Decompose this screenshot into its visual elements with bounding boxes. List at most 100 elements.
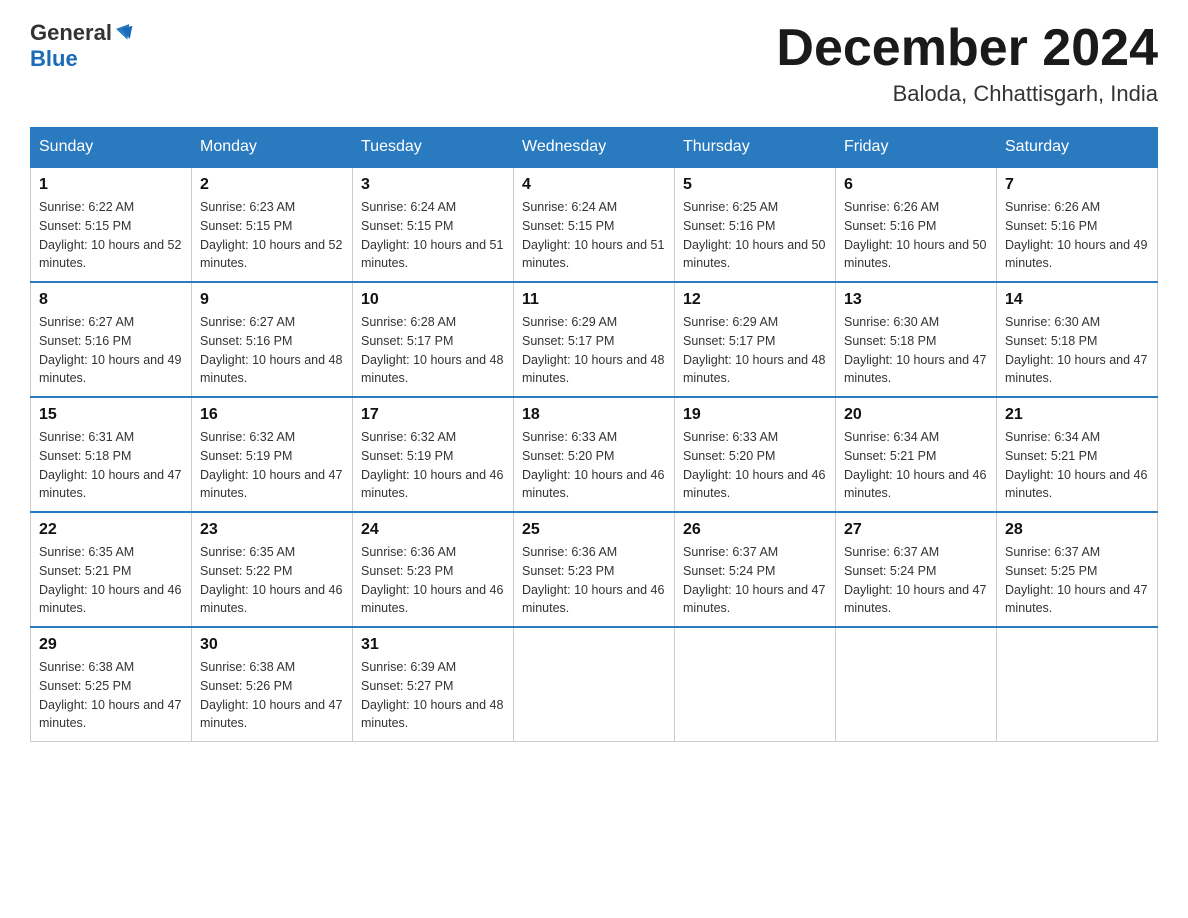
day-info: Sunrise: 6:33 AM Sunset: 5:20 PM Dayligh… bbox=[522, 428, 666, 503]
title-area: December 2024 Baloda, Chhattisgarh, Indi… bbox=[776, 20, 1158, 107]
day-info: Sunrise: 6:37 AM Sunset: 5:25 PM Dayligh… bbox=[1005, 543, 1149, 618]
day-number: 20 bbox=[844, 406, 988, 424]
day-number: 14 bbox=[1005, 291, 1149, 309]
page-header: General Blue December 2024 Baloda, Chhat… bbox=[30, 20, 1158, 107]
day-info: Sunrise: 6:27 AM Sunset: 5:16 PM Dayligh… bbox=[200, 313, 344, 388]
day-info: Sunrise: 6:35 AM Sunset: 5:22 PM Dayligh… bbox=[200, 543, 344, 618]
table-row: 15 Sunrise: 6:31 AM Sunset: 5:18 PM Dayl… bbox=[31, 397, 192, 512]
day-number: 23 bbox=[200, 521, 344, 539]
table-row: 19 Sunrise: 6:33 AM Sunset: 5:20 PM Dayl… bbox=[675, 397, 836, 512]
table-row: 4 Sunrise: 6:24 AM Sunset: 5:15 PM Dayli… bbox=[514, 167, 675, 282]
col-friday: Friday bbox=[836, 128, 997, 168]
table-row: 12 Sunrise: 6:29 AM Sunset: 5:17 PM Dayl… bbox=[675, 282, 836, 397]
table-row: 13 Sunrise: 6:30 AM Sunset: 5:18 PM Dayl… bbox=[836, 282, 997, 397]
day-number: 21 bbox=[1005, 406, 1149, 424]
day-number: 24 bbox=[361, 521, 505, 539]
table-row: 6 Sunrise: 6:26 AM Sunset: 5:16 PM Dayli… bbox=[836, 167, 997, 282]
table-row: 22 Sunrise: 6:35 AM Sunset: 5:21 PM Dayl… bbox=[31, 512, 192, 627]
day-number: 15 bbox=[39, 406, 183, 424]
location-subtitle: Baloda, Chhattisgarh, India bbox=[776, 81, 1158, 107]
col-saturday: Saturday bbox=[997, 128, 1158, 168]
table-row: 28 Sunrise: 6:37 AM Sunset: 5:25 PM Dayl… bbox=[997, 512, 1158, 627]
day-info: Sunrise: 6:26 AM Sunset: 5:16 PM Dayligh… bbox=[1005, 198, 1149, 273]
calendar-week-row: 29 Sunrise: 6:38 AM Sunset: 5:25 PM Dayl… bbox=[31, 627, 1158, 742]
day-number: 22 bbox=[39, 521, 183, 539]
table-row bbox=[675, 627, 836, 742]
day-number: 29 bbox=[39, 636, 183, 654]
day-info: Sunrise: 6:32 AM Sunset: 5:19 PM Dayligh… bbox=[200, 428, 344, 503]
day-info: Sunrise: 6:23 AM Sunset: 5:15 PM Dayligh… bbox=[200, 198, 344, 273]
day-info: Sunrise: 6:36 AM Sunset: 5:23 PM Dayligh… bbox=[361, 543, 505, 618]
table-row: 21 Sunrise: 6:34 AM Sunset: 5:21 PM Dayl… bbox=[997, 397, 1158, 512]
day-info: Sunrise: 6:28 AM Sunset: 5:17 PM Dayligh… bbox=[361, 313, 505, 388]
day-number: 1 bbox=[39, 176, 183, 194]
day-info: Sunrise: 6:34 AM Sunset: 5:21 PM Dayligh… bbox=[1005, 428, 1149, 503]
day-number: 8 bbox=[39, 291, 183, 309]
table-row: 7 Sunrise: 6:26 AM Sunset: 5:16 PM Dayli… bbox=[997, 167, 1158, 282]
day-info: Sunrise: 6:38 AM Sunset: 5:25 PM Dayligh… bbox=[39, 658, 183, 733]
table-row: 14 Sunrise: 6:30 AM Sunset: 5:18 PM Dayl… bbox=[997, 282, 1158, 397]
day-info: Sunrise: 6:24 AM Sunset: 5:15 PM Dayligh… bbox=[522, 198, 666, 273]
day-info: Sunrise: 6:36 AM Sunset: 5:23 PM Dayligh… bbox=[522, 543, 666, 618]
table-row: 20 Sunrise: 6:34 AM Sunset: 5:21 PM Dayl… bbox=[836, 397, 997, 512]
table-row: 11 Sunrise: 6:29 AM Sunset: 5:17 PM Dayl… bbox=[514, 282, 675, 397]
day-number: 6 bbox=[844, 176, 988, 194]
calendar-table: Sunday Monday Tuesday Wednesday Thursday… bbox=[30, 127, 1158, 742]
calendar-week-row: 1 Sunrise: 6:22 AM Sunset: 5:15 PM Dayli… bbox=[31, 167, 1158, 282]
col-thursday: Thursday bbox=[675, 128, 836, 168]
table-row bbox=[514, 627, 675, 742]
day-number: 2 bbox=[200, 176, 344, 194]
day-number: 27 bbox=[844, 521, 988, 539]
day-info: Sunrise: 6:24 AM Sunset: 5:15 PM Dayligh… bbox=[361, 198, 505, 273]
table-row: 18 Sunrise: 6:33 AM Sunset: 5:20 PM Dayl… bbox=[514, 397, 675, 512]
day-number: 28 bbox=[1005, 521, 1149, 539]
day-info: Sunrise: 6:27 AM Sunset: 5:16 PM Dayligh… bbox=[39, 313, 183, 388]
day-number: 3 bbox=[361, 176, 505, 194]
day-number: 10 bbox=[361, 291, 505, 309]
table-row bbox=[997, 627, 1158, 742]
day-number: 7 bbox=[1005, 176, 1149, 194]
day-info: Sunrise: 6:30 AM Sunset: 5:18 PM Dayligh… bbox=[844, 313, 988, 388]
day-number: 31 bbox=[361, 636, 505, 654]
table-row: 10 Sunrise: 6:28 AM Sunset: 5:17 PM Dayl… bbox=[353, 282, 514, 397]
table-row: 1 Sunrise: 6:22 AM Sunset: 5:15 PM Dayli… bbox=[31, 167, 192, 282]
day-info: Sunrise: 6:35 AM Sunset: 5:21 PM Dayligh… bbox=[39, 543, 183, 618]
table-row: 27 Sunrise: 6:37 AM Sunset: 5:24 PM Dayl… bbox=[836, 512, 997, 627]
day-info: Sunrise: 6:38 AM Sunset: 5:26 PM Dayligh… bbox=[200, 658, 344, 733]
table-row: 3 Sunrise: 6:24 AM Sunset: 5:15 PM Dayli… bbox=[353, 167, 514, 282]
day-number: 19 bbox=[683, 406, 827, 424]
table-row: 5 Sunrise: 6:25 AM Sunset: 5:16 PM Dayli… bbox=[675, 167, 836, 282]
day-number: 30 bbox=[200, 636, 344, 654]
table-row: 23 Sunrise: 6:35 AM Sunset: 5:22 PM Dayl… bbox=[192, 512, 353, 627]
day-info: Sunrise: 6:37 AM Sunset: 5:24 PM Dayligh… bbox=[844, 543, 988, 618]
table-row bbox=[836, 627, 997, 742]
col-sunday: Sunday bbox=[31, 128, 192, 168]
table-row: 24 Sunrise: 6:36 AM Sunset: 5:23 PM Dayl… bbox=[353, 512, 514, 627]
calendar-week-row: 15 Sunrise: 6:31 AM Sunset: 5:18 PM Dayl… bbox=[31, 397, 1158, 512]
day-number: 5 bbox=[683, 176, 827, 194]
logo-arrow-icon bbox=[114, 22, 136, 44]
calendar-week-row: 8 Sunrise: 6:27 AM Sunset: 5:16 PM Dayli… bbox=[31, 282, 1158, 397]
day-info: Sunrise: 6:29 AM Sunset: 5:17 PM Dayligh… bbox=[522, 313, 666, 388]
table-row: 29 Sunrise: 6:38 AM Sunset: 5:25 PM Dayl… bbox=[31, 627, 192, 742]
table-row: 8 Sunrise: 6:27 AM Sunset: 5:16 PM Dayli… bbox=[31, 282, 192, 397]
table-row: 17 Sunrise: 6:32 AM Sunset: 5:19 PM Dayl… bbox=[353, 397, 514, 512]
logo-general-text: General bbox=[30, 20, 112, 46]
day-info: Sunrise: 6:22 AM Sunset: 5:15 PM Dayligh… bbox=[39, 198, 183, 273]
day-info: Sunrise: 6:33 AM Sunset: 5:20 PM Dayligh… bbox=[683, 428, 827, 503]
table-row: 25 Sunrise: 6:36 AM Sunset: 5:23 PM Dayl… bbox=[514, 512, 675, 627]
day-info: Sunrise: 6:29 AM Sunset: 5:17 PM Dayligh… bbox=[683, 313, 827, 388]
day-number: 4 bbox=[522, 176, 666, 194]
col-wednesday: Wednesday bbox=[514, 128, 675, 168]
day-number: 12 bbox=[683, 291, 827, 309]
day-info: Sunrise: 6:37 AM Sunset: 5:24 PM Dayligh… bbox=[683, 543, 827, 618]
logo-blue-text: Blue bbox=[30, 46, 78, 72]
day-number: 17 bbox=[361, 406, 505, 424]
day-info: Sunrise: 6:32 AM Sunset: 5:19 PM Dayligh… bbox=[361, 428, 505, 503]
day-number: 11 bbox=[522, 291, 666, 309]
day-info: Sunrise: 6:34 AM Sunset: 5:21 PM Dayligh… bbox=[844, 428, 988, 503]
day-info: Sunrise: 6:31 AM Sunset: 5:18 PM Dayligh… bbox=[39, 428, 183, 503]
table-row: 26 Sunrise: 6:37 AM Sunset: 5:24 PM Dayl… bbox=[675, 512, 836, 627]
calendar-week-row: 22 Sunrise: 6:35 AM Sunset: 5:21 PM Dayl… bbox=[31, 512, 1158, 627]
day-info: Sunrise: 6:39 AM Sunset: 5:27 PM Dayligh… bbox=[361, 658, 505, 733]
